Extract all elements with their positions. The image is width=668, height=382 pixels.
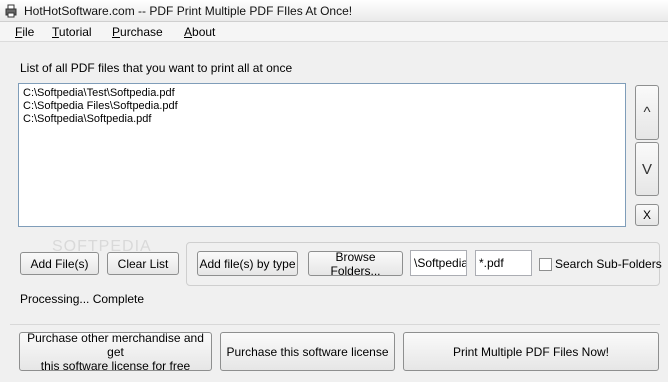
main-panel: List of all PDF files that you want to p…: [0, 42, 668, 382]
menu-purchase[interactable]: Purchase: [110, 24, 165, 40]
file-list-item[interactable]: C:\Softpedia\Test\Softpedia.pdf: [23, 87, 621, 100]
file-list-label: List of all PDF files that you want to p…: [20, 61, 293, 75]
purchase-license-button[interactable]: Purchase this software license: [220, 332, 395, 371]
menu-file[interactable]: File: [13, 24, 36, 40]
add-by-type-button[interactable]: Add file(s) by type: [197, 251, 298, 276]
move-up-button[interactable]: ^: [635, 85, 659, 140]
menu-bar: File Tutorial Purchase About: [0, 22, 668, 42]
search-subfolders-checkbox[interactable]: [539, 258, 552, 271]
file-pattern-field[interactable]: *.pdf: [475, 250, 532, 276]
move-down-button[interactable]: V: [635, 142, 659, 196]
folder-field[interactable]: \Softpedia: [410, 250, 467, 276]
app-window: HotHotSoftware.com -- PDF Print Multiple…: [0, 0, 668, 382]
print-files-button[interactable]: Print Multiple PDF Files Now!: [403, 332, 659, 371]
browse-folders-button[interactable]: Browse Folders...: [308, 250, 403, 278]
file-list[interactable]: C:\Softpedia\Test\Softpedia.pdf C:\Softp…: [18, 83, 626, 227]
purchase-merchandise-button[interactable]: Purchase other merchandise and get this …: [19, 330, 212, 373]
app-icon: [5, 4, 17, 18]
status-text: Processing... Complete: [20, 292, 145, 306]
window-title: HotHotSoftware.com -- PDF Print Multiple…: [24, 4, 353, 18]
menu-about[interactable]: About: [182, 24, 217, 40]
add-files-button[interactable]: Add File(s): [20, 252, 99, 275]
purchase-merchandise-line1: Purchase other merchandise and get: [27, 330, 204, 359]
clear-list-button[interactable]: Clear List: [107, 252, 179, 275]
remove-file-button[interactable]: X: [635, 204, 659, 226]
purchase-merchandise-line2: this software license for free: [40, 358, 191, 373]
file-list-item[interactable]: C:\Softpedia\Softpedia.pdf: [23, 113, 621, 126]
menu-tutorial[interactable]: Tutorial: [50, 24, 94, 40]
search-subfolders-label[interactable]: Search Sub-Folders: [555, 257, 662, 271]
file-list-item[interactable]: C:\Softpedia Files\Softpedia.pdf: [23, 100, 621, 113]
title-bar[interactable]: HotHotSoftware.com -- PDF Print Multiple…: [0, 0, 668, 22]
